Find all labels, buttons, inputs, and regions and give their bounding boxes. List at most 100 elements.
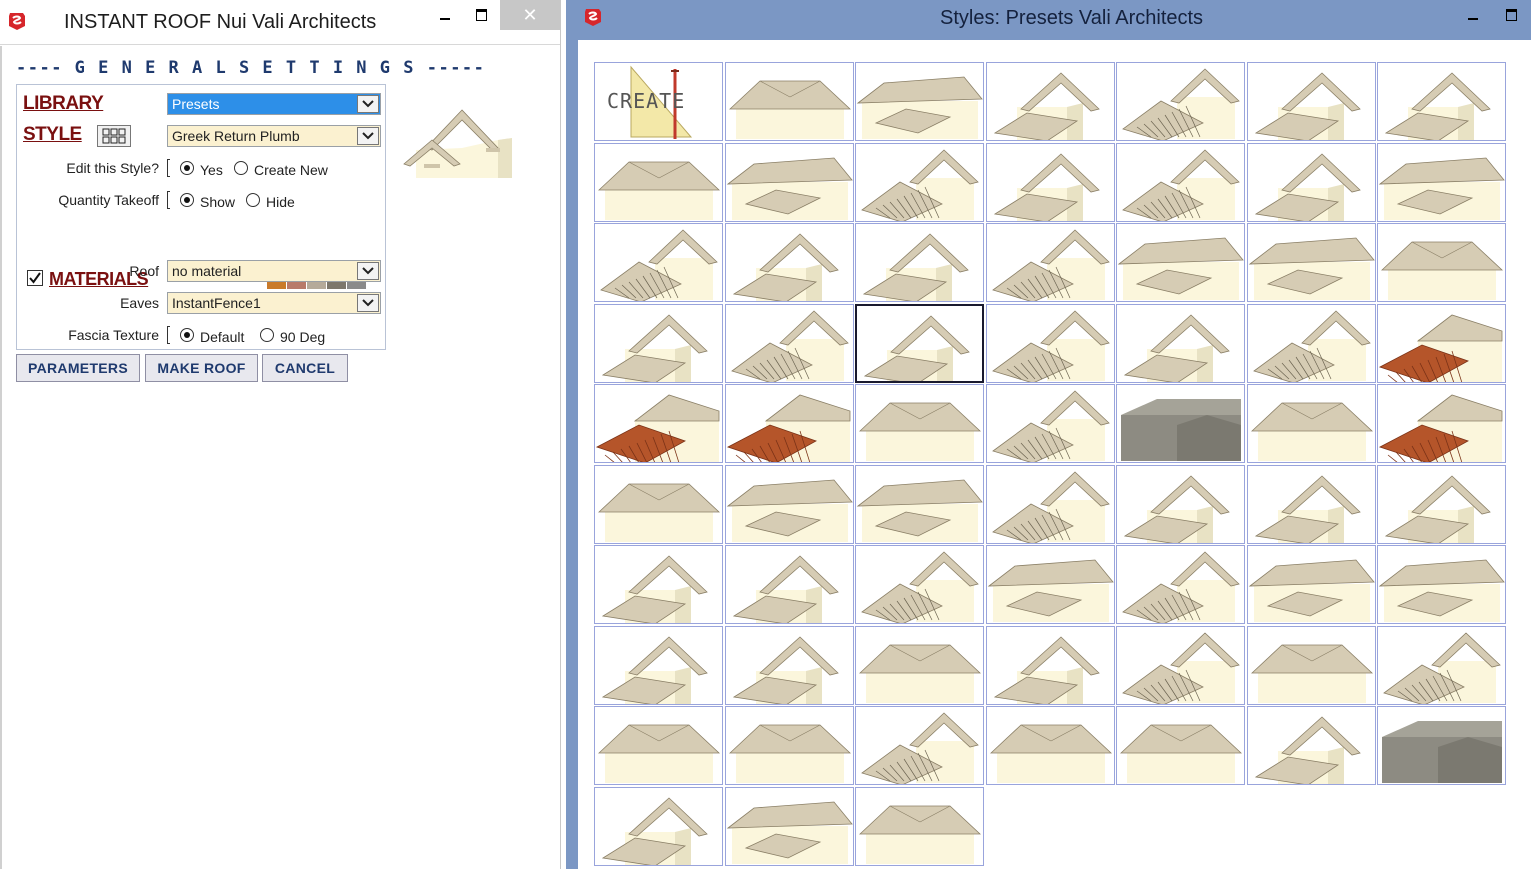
style-thumbnail[interactable] xyxy=(1377,625,1506,705)
style-thumbnail[interactable] xyxy=(1377,545,1506,624)
style-thumbnail[interactable] xyxy=(985,706,1115,785)
style-thumbnail[interactable] xyxy=(855,545,984,624)
fascia-90-radio[interactable] xyxy=(260,328,274,342)
roof-preview-icon xyxy=(1117,237,1244,300)
style-thumbnail[interactable] xyxy=(1116,384,1245,463)
minimize-button[interactable] xyxy=(1456,0,1490,30)
style-thumbnail[interactable] xyxy=(855,303,984,383)
style-thumbnail[interactable] xyxy=(1116,625,1245,705)
edit-yes-radio[interactable] xyxy=(180,161,194,175)
style-thumbnail[interactable] xyxy=(1246,706,1376,785)
style-thumbnail[interactable] xyxy=(1377,223,1506,302)
style-thumbnail[interactable] xyxy=(1246,384,1376,463)
style-thumbnail[interactable] xyxy=(594,545,723,624)
style-thumbnail[interactable] xyxy=(855,62,984,141)
maximize-button[interactable] xyxy=(464,0,498,30)
roof-preview-icon xyxy=(1383,631,1501,704)
style-thumbnail[interactable] xyxy=(724,142,854,222)
edit-create-new-radio[interactable] xyxy=(234,161,248,175)
chevron-down-icon[interactable] xyxy=(357,127,379,145)
style-thumbnail[interactable] xyxy=(855,706,984,785)
style-thumbnail[interactable] xyxy=(594,384,723,463)
maximize-button[interactable] xyxy=(1494,0,1528,30)
style-thumbnail[interactable] xyxy=(724,223,854,302)
style-thumbnail[interactable] xyxy=(1116,303,1245,383)
style-thumbnail[interactable] xyxy=(1377,706,1506,785)
style-thumbnail[interactable] xyxy=(1377,464,1506,544)
chevron-down-icon[interactable] xyxy=(357,262,379,280)
eaves-material-dropdown[interactable]: InstantFence1 xyxy=(167,292,381,314)
library-link[interactable]: LIBRARY xyxy=(23,93,104,115)
style-thumbnail[interactable] xyxy=(855,384,984,463)
style-thumbnail[interactable] xyxy=(594,625,723,705)
style-thumbnail[interactable] xyxy=(1116,464,1245,544)
style-thumbnail[interactable] xyxy=(1246,303,1376,383)
roof-preview-icon xyxy=(1378,394,1503,462)
close-button[interactable]: ✕ xyxy=(500,0,560,30)
fascia-default-radio[interactable] xyxy=(180,328,194,342)
style-thumbnail[interactable] xyxy=(1246,223,1376,302)
qty-hide-radio[interactable] xyxy=(246,193,260,207)
roof-preview-icon xyxy=(1380,241,1504,300)
style-thumbnail[interactable] xyxy=(724,303,854,383)
qty-show-radio[interactable] xyxy=(180,193,194,207)
style-thumbnail[interactable] xyxy=(724,786,854,866)
cancel-button[interactable]: CANCEL xyxy=(262,354,348,382)
style-thumbnail[interactable] xyxy=(1116,142,1245,222)
style-thumbnail[interactable] xyxy=(594,303,723,383)
style-thumbnail[interactable] xyxy=(1246,142,1376,222)
style-thumbnail[interactable] xyxy=(855,223,984,302)
style-thumbnail[interactable] xyxy=(1377,62,1506,141)
style-thumbnail[interactable] xyxy=(1116,223,1245,302)
style-thumbnail[interactable] xyxy=(1116,706,1245,785)
maximize-icon xyxy=(1505,9,1517,21)
style-thumbnail[interactable] xyxy=(594,706,723,785)
minimize-button[interactable] xyxy=(428,0,462,30)
style-thumbnail[interactable] xyxy=(1116,62,1245,141)
style-thumbnail[interactable] xyxy=(985,223,1115,302)
style-thumbnail[interactable] xyxy=(724,545,854,624)
style-thumbnail[interactable] xyxy=(985,303,1115,383)
parameters-button[interactable]: PARAMETERS xyxy=(16,354,140,382)
style-thumbnail[interactable] xyxy=(985,625,1115,705)
right-title-bar[interactable]: Styles: Presets Vali Architects xyxy=(566,0,1531,38)
style-thumbnail[interactable] xyxy=(724,625,854,705)
style-thumbnail[interactable] xyxy=(594,786,723,866)
style-thumbnail[interactable] xyxy=(594,142,723,222)
library-dropdown[interactable]: Presets xyxy=(167,93,381,115)
style-thumbnail[interactable] xyxy=(985,464,1115,544)
style-thumbnail[interactable] xyxy=(1246,625,1376,705)
chevron-down-icon[interactable] xyxy=(357,294,379,312)
style-grid-button[interactable] xyxy=(97,125,131,147)
style-dropdown[interactable]: Greek Return Plumb xyxy=(167,125,381,147)
style-thumbnail[interactable] xyxy=(1246,464,1376,544)
style-thumbnail[interactable] xyxy=(855,464,984,544)
style-thumbnail[interactable] xyxy=(1377,384,1506,463)
roof-preview-icon xyxy=(1384,474,1491,543)
style-thumbnail[interactable] xyxy=(724,706,854,785)
style-thumbnail[interactable] xyxy=(1377,142,1506,222)
style-thumbnail[interactable] xyxy=(724,384,854,463)
style-thumbnail[interactable] xyxy=(1246,545,1376,624)
style-thumbnail[interactable] xyxy=(1116,545,1245,624)
style-thumbnail[interactable] xyxy=(855,786,984,866)
chevron-down-icon[interactable] xyxy=(357,95,379,113)
style-thumbnail[interactable] xyxy=(985,62,1115,141)
style-thumbnail[interactable] xyxy=(594,223,723,302)
style-thumbnail[interactable] xyxy=(594,464,723,544)
style-thumbnail[interactable] xyxy=(724,464,854,544)
materials-checkbox[interactable] xyxy=(27,270,43,286)
style-thumbnail[interactable] xyxy=(1246,62,1376,141)
style-thumbnail[interactable] xyxy=(855,142,984,222)
style-thumbnail[interactable] xyxy=(985,545,1115,624)
style-thumbnail[interactable] xyxy=(855,625,984,705)
left-title-bar[interactable]: INSTANT ROOF Nui Vali Architects ✕ xyxy=(0,0,560,45)
style-thumbnail[interactable] xyxy=(724,62,854,141)
style-thumbnail[interactable] xyxy=(1377,303,1506,383)
make-roof-button[interactable]: MAKE ROOF xyxy=(145,354,258,382)
style-thumbnail[interactable] xyxy=(985,142,1115,222)
style-thumbnail[interactable] xyxy=(985,384,1115,463)
create-style-tile[interactable]: CREATE xyxy=(594,62,723,141)
roof-material-dropdown[interactable]: no material xyxy=(167,260,381,282)
style-link[interactable]: STYLE xyxy=(23,124,82,146)
